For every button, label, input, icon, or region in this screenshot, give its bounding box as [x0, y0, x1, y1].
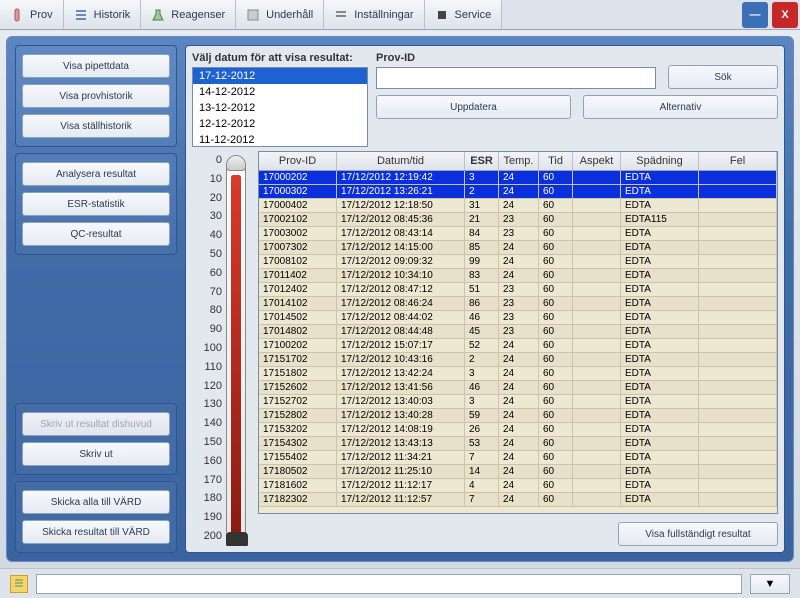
col-esr[interactable]: ESR — [465, 152, 499, 170]
analysera-resultat-button[interactable]: Analysera resultat — [22, 162, 170, 186]
table-row[interactable]: 1715270217/12/2012 13:40:0332460EDTA — [259, 395, 777, 409]
tab-reagenser-label: Reagenser — [171, 9, 225, 21]
date-option[interactable]: 13-12-2012 — [193, 100, 367, 116]
col-spadning[interactable]: Spädning — [621, 152, 699, 170]
uppdatera-button[interactable]: Uppdatera — [376, 95, 571, 119]
table-row[interactable]: 1718050217/12/2012 11:25:10142460EDTA — [259, 465, 777, 479]
tab-underhall-label: Underhåll — [266, 9, 313, 21]
tab-prov[interactable]: Prov — [0, 0, 64, 29]
visa-stallhistorik-button[interactable]: Visa ställhistorik — [22, 114, 170, 138]
table-row[interactable]: 1700040217/12/2012 12:18:50312460EDTA — [259, 199, 777, 213]
col-temp[interactable]: Temp. — [499, 152, 539, 170]
visa-pipettdata-button[interactable]: Visa pipettdata — [22, 54, 170, 78]
alternativ-button[interactable]: Alternativ — [583, 95, 778, 119]
thermometer-mercury — [231, 175, 241, 541]
table-row[interactable]: 1700020217/12/2012 12:19:4232460EDTA — [259, 171, 777, 185]
skriv-ut-dishuvud-button: Skriv ut resultat dishuvud — [22, 412, 170, 436]
qc-resultat-button[interactable]: QC-resultat — [22, 222, 170, 246]
skicka-resultat-button[interactable]: Skicka resultat till VÄRD — [22, 520, 170, 544]
provid-input[interactable] — [376, 67, 656, 89]
tab-historik[interactable]: Historik — [64, 0, 142, 29]
tab-installningar-label: Inställningar — [354, 9, 413, 21]
results-table: Prov-ID Datum/tid ESR Temp. Tid Aspekt S… — [258, 151, 778, 514]
tab-installningar[interactable]: Inställningar — [324, 0, 424, 29]
list-icon — [74, 8, 88, 22]
table-row[interactable]: 1715170217/12/2012 10:43:1622460EDTA — [259, 353, 777, 367]
table-row[interactable]: 1700300217/12/2012 08:43:14842360EDTA — [259, 227, 777, 241]
thermometer-tube — [226, 155, 246, 542]
app-window: Prov Historik Reagenser Underhåll Instäl… — [0, 0, 800, 598]
col-datum[interactable]: Datum/tid — [337, 152, 465, 170]
sidebar-group-view: Visa pipettdata Visa provhistorik Visa s… — [15, 45, 177, 147]
thermometer-cap — [226, 155, 246, 171]
table-row[interactable]: 1718230217/12/2012 11:12:5772460EDTA — [259, 493, 777, 507]
col-aspekt[interactable]: Aspekt — [573, 152, 621, 170]
skicka-alla-button[interactable]: Skicka alla till VÄRD — [22, 490, 170, 514]
tab-reagenser[interactable]: Reagenser — [141, 0, 236, 29]
table-row[interactable]: 1701480217/12/2012 08:44:48452360EDTA — [259, 325, 777, 339]
date-option[interactable]: 11-12-2012 — [193, 132, 367, 147]
table-header: Prov-ID Datum/tid ESR Temp. Tid Aspekt S… — [259, 152, 777, 171]
main-tabs: Prov Historik Reagenser Underhåll Instäl… — [0, 0, 800, 30]
date-option[interactable]: 17-12-2012 — [193, 68, 367, 84]
col-prov[interactable]: Prov-ID — [259, 152, 337, 170]
table-row[interactable]: 1700730217/12/2012 14:15:00852460EDTA — [259, 241, 777, 255]
table-row[interactable]: 1701450217/12/2012 08:44:02462360EDTA — [259, 311, 777, 325]
table-row[interactable]: 1718160217/12/2012 11:12:1742460EDTA — [259, 479, 777, 493]
filter-row: Välj datum för att visa resultat: 17-12-… — [192, 52, 778, 147]
thermometer-ticks: 0102030405060708090100110120130140150160… — [192, 151, 226, 546]
table-row[interactable]: 1715540217/12/2012 11:34:2172460EDTA — [259, 451, 777, 465]
status-icon — [10, 575, 28, 593]
table-row[interactable]: 1701140217/12/2012 10:34:10832460EDTA — [259, 269, 777, 283]
flask-icon — [151, 8, 165, 22]
tube-icon — [10, 8, 24, 22]
visa-fullstandigt-button[interactable]: Visa fullständigt resultat — [618, 522, 778, 546]
esr-statistik-button[interactable]: ESR-statistik — [22, 192, 170, 216]
service-icon — [435, 8, 449, 22]
skriv-ut-button[interactable]: Skriv ut — [22, 442, 170, 466]
table-row[interactable]: 1701240217/12/2012 08:47:12512360EDTA — [259, 283, 777, 297]
sok-button[interactable]: Sök — [668, 65, 778, 89]
sidebar-group-print: Skriv ut resultat dishuvud Skriv ut — [15, 403, 177, 475]
date-option[interactable]: 14-12-2012 — [193, 84, 367, 100]
tab-underhall[interactable]: Underhåll — [236, 0, 324, 29]
main-panel: Visa pipettdata Visa provhistorik Visa s… — [6, 36, 794, 562]
tab-prov-label: Prov — [30, 9, 53, 21]
table-row[interactable]: 1715280217/12/2012 13:40:28592460EDTA — [259, 409, 777, 423]
thermometer: mm 0102030405060708090100110120130140150… — [192, 151, 250, 546]
maintenance-icon — [246, 8, 260, 22]
content-panel: Välj datum för att visa resultat: 17-12-… — [185, 45, 785, 553]
minimize-button[interactable]: — — [742, 2, 768, 28]
table-row[interactable]: 1701410217/12/2012 08:46:24862360EDTA — [259, 297, 777, 311]
close-button[interactable]: X — [772, 2, 798, 28]
col-fel[interactable]: Fel — [699, 152, 777, 170]
visa-provhistorik-button[interactable]: Visa provhistorik — [22, 84, 170, 108]
table-row[interactable]: 1715180217/12/2012 13:42:2432460EDTA — [259, 367, 777, 381]
table-row[interactable]: 1710020217/12/2012 15:07:17522460EDTA — [259, 339, 777, 353]
date-option[interactable]: 12-12-2012 — [193, 116, 367, 132]
table-row[interactable]: 1700210217/12/2012 08:45:36212360EDTA115 — [259, 213, 777, 227]
col-tid[interactable]: Tid — [539, 152, 573, 170]
settings-icon — [334, 8, 348, 22]
status-dropdown[interactable]: ▼ — [750, 574, 790, 594]
tab-service-label: Service — [455, 9, 492, 21]
tab-historik-label: Historik — [94, 9, 131, 21]
table-row[interactable]: 1700030217/12/2012 13:26:2122460EDTA — [259, 185, 777, 199]
thermometer-bulb — [226, 532, 248, 546]
table-row[interactable]: 1715430217/12/2012 13:43:13532460EDTA — [259, 437, 777, 451]
tab-service[interactable]: Service — [425, 0, 503, 29]
sidebar-group-analyze: Analysera resultat ESR-statistik QC-resu… — [15, 153, 177, 255]
table-row[interactable]: 1715260217/12/2012 13:41:56462460EDTA — [259, 381, 777, 395]
provid-label: Prov-ID — [376, 52, 656, 64]
status-bar: ▼ — [0, 568, 800, 598]
body-row: mm 0102030405060708090100110120130140150… — [192, 151, 778, 546]
sidebar-group-send: Skicka alla till VÄRD Skicka resultat ti… — [15, 481, 177, 553]
sidebar: Visa pipettdata Visa provhistorik Visa s… — [15, 45, 177, 553]
table-body[interactable]: 1700020217/12/2012 12:19:4232460EDTA1700… — [259, 171, 777, 513]
date-list-label: Välj datum för att visa resultat: — [192, 52, 368, 64]
date-list[interactable]: 17-12-201214-12-201213-12-201212-12-2012… — [192, 67, 368, 147]
status-input[interactable] — [36, 574, 742, 594]
table-row[interactable]: 1700810217/12/2012 09:09:32992460EDTA — [259, 255, 777, 269]
table-row[interactable]: 1715320217/12/2012 14:08:19262460EDTA — [259, 423, 777, 437]
